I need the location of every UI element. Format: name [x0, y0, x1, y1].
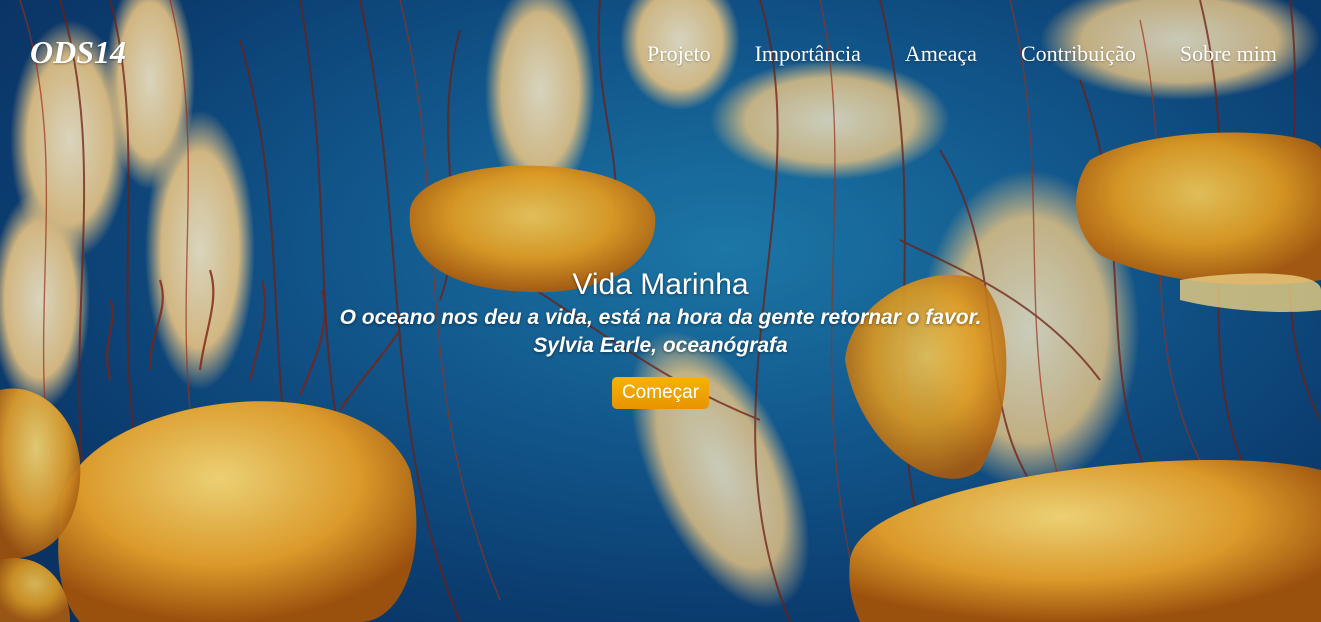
hero-quote-author: Sylvia Earle, oceanógrafa	[533, 334, 788, 357]
nav-item-contribuicao[interactable]: Contribuição	[1021, 41, 1136, 67]
hero-title: Vida Marinha	[572, 268, 749, 301]
nav-item-ameaca[interactable]: Ameaça	[905, 41, 977, 67]
start-button[interactable]: Começar	[611, 377, 710, 409]
top-navigation: ODS14 Projeto Importância Ameaça Contrib…	[0, 0, 1321, 110]
nav-item-importancia[interactable]: Importância	[755, 41, 861, 67]
hero-content: Vida Marinha O oceano nos deu a vida, es…	[0, 266, 1321, 409]
brand-logo[interactable]: ODS14	[30, 34, 126, 71]
hero-quote: O oceano nos deu a vida, está na hora da…	[339, 306, 982, 329]
hero-section: ODS14 Projeto Importância Ameaça Contrib…	[0, 0, 1321, 622]
nav-item-projeto[interactable]: Projeto	[647, 41, 711, 67]
nav-item-sobre-mim[interactable]: Sobre mim	[1180, 41, 1277, 67]
nav-menu: Projeto Importância Ameaça Contribuição …	[647, 41, 1277, 67]
